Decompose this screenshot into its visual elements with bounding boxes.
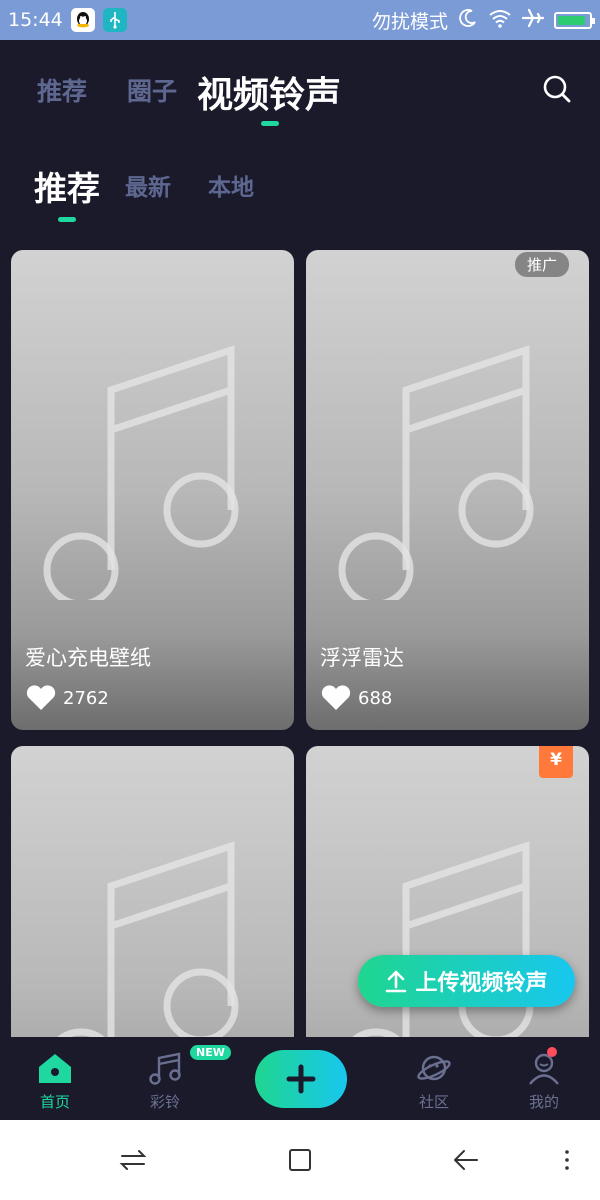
nav-item-community[interactable]: 社区 — [399, 1051, 469, 1112]
airplane-icon — [521, 8, 545, 33]
like-count: 688 — [358, 687, 393, 709]
tab-circle[interactable]: 圈子 — [127, 72, 177, 108]
heart-icon — [321, 685, 351, 710]
home-icon — [39, 1054, 71, 1083]
usb-icon — [102, 8, 127, 32]
qq-icon — [70, 8, 95, 32]
like-count: 2762 — [63, 687, 109, 709]
nav-label-ringback: 彩铃 — [149, 1093, 180, 1111]
promo-badge: 推广 — [514, 252, 569, 277]
status-time: 15:44 — [8, 9, 63, 31]
paid-badge: ¥ — [539, 746, 573, 778]
create-plus-button[interactable] — [255, 1050, 347, 1108]
upload-video-ringtone-button[interactable]: 上传视频铃声 — [358, 955, 575, 1007]
new-badge: NEW — [190, 1045, 231, 1060]
tab-video-ringtone[interactable]: 视频铃声 — [197, 66, 341, 118]
system-nav-bar — [0, 1120, 600, 1200]
nav-item-ringback[interactable]: 彩铃 — [130, 1051, 200, 1112]
planet-icon — [417, 1055, 451, 1081]
moon-icon — [458, 8, 478, 33]
card-likes: 688 — [320, 684, 392, 712]
battery-level — [558, 15, 585, 25]
top-tab-indicator — [261, 121, 279, 126]
dnd-label: 勿扰模式 — [371, 10, 448, 33]
nav-item-home[interactable]: 首页 — [20, 1051, 90, 1112]
bottom-nav: 首页 彩铃 NEW 社区 我的 — [0, 1037, 600, 1120]
upload-arrow-icon — [386, 970, 407, 993]
music-note-placeholder-icon — [338, 345, 534, 600]
search-icon[interactable] — [542, 74, 572, 104]
video-card[interactable]: 推广 浮浮雷达 688 — [306, 250, 589, 730]
subtab-recommend[interactable]: 推荐 — [34, 162, 100, 210]
subtab-latest[interactable]: 最新 — [125, 168, 171, 202]
wifi-icon — [488, 8, 512, 33]
plus-icon — [286, 1064, 316, 1094]
top-tab-bar: 推荐 圈子 视频铃声 — [0, 40, 600, 140]
heart-icon — [26, 685, 56, 710]
music-note-placeholder-icon — [43, 345, 239, 600]
battery-icon — [554, 11, 595, 29]
menu-dots-icon[interactable] — [553, 1146, 581, 1174]
switch-apps-icon[interactable] — [119, 1146, 147, 1174]
subtab-local[interactable]: 本地 — [208, 168, 254, 202]
nav-label-community: 社区 — [418, 1093, 449, 1111]
card-title: 爱心充电壁纸 — [25, 646, 151, 670]
notification-dot — [547, 1047, 557, 1057]
music-note-icon — [149, 1052, 181, 1085]
card-likes: 2762 — [25, 684, 109, 712]
nav-label-profile: 我的 — [528, 1093, 559, 1111]
status-bar: 15:44 勿扰模式 — [0, 0, 600, 40]
nav-label-home: 首页 — [39, 1093, 70, 1111]
subtab-indicator — [58, 217, 76, 222]
back-arrow-icon[interactable] — [452, 1146, 480, 1174]
upload-button-label: 上传视频铃声 — [415, 971, 548, 996]
nav-item-profile[interactable]: 我的 — [509, 1051, 579, 1112]
profile-icon — [529, 1053, 559, 1085]
video-card[interactable]: 爱心充电壁纸 2762 — [11, 250, 294, 730]
card-title: 浮浮雷达 — [320, 646, 404, 670]
home-square-icon[interactable] — [286, 1146, 314, 1174]
tab-recommend[interactable]: 推荐 — [37, 72, 87, 108]
